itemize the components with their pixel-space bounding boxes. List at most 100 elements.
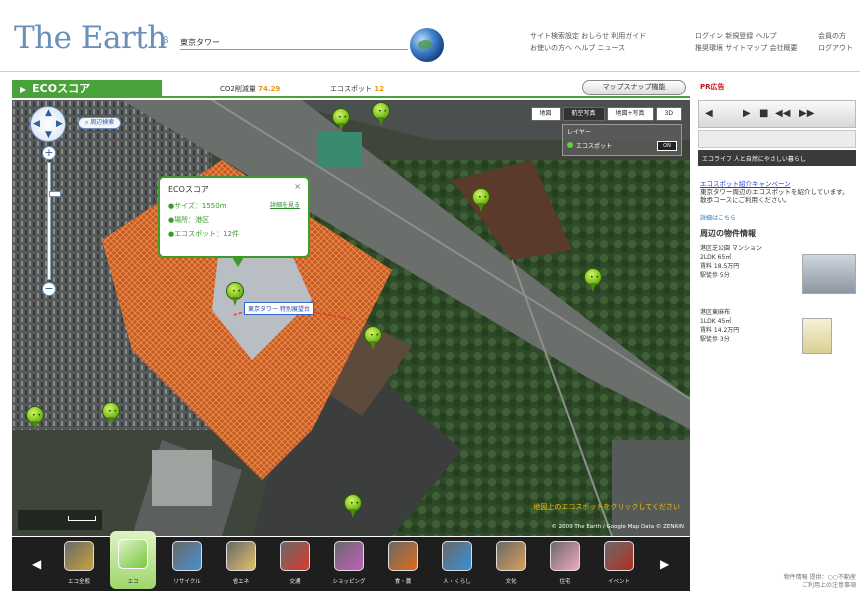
layer-item-label: エコスポット <box>576 143 613 150</box>
forward-icon[interactable]: ▶▶ <box>799 108 814 119</box>
footer-line[interactable]: ご利用上の注意事項 <box>758 582 856 590</box>
map-type-map[interactable]: 地図 <box>530 107 561 121</box>
property-line: 港区東麻布 <box>700 309 731 316</box>
zoom-in-icon[interactable]: + <box>42 146 56 160</box>
category-icon <box>334 541 364 571</box>
header-links-1[interactable]: サイト検索設定 おしらせ 利用ガイド お使いの方へ ヘルプ ニュース <box>530 30 646 54</box>
category-item[interactable]: ショッピング <box>326 541 372 589</box>
aerial-map[interactable]: 地図 航空写真 地図+写真 3D レイヤー エコスポット ON ▲ ▼ ◀ ▶ … <box>12 100 690 536</box>
marker-face: • • <box>370 332 379 339</box>
category-label: 交通 <box>289 579 301 585</box>
layer-toggle[interactable]: ON <box>657 141 677 151</box>
category-icon <box>550 541 580 571</box>
pan-left-icon[interactable]: ◀ <box>33 119 40 129</box>
eco-spot-marker-icon[interactable]: • • <box>344 494 362 518</box>
globe-icon[interactable] <box>410 28 444 62</box>
eco-spot-marker-icon[interactable]: • • <box>332 108 350 132</box>
category-label: イベント <box>607 579 630 585</box>
co2-stat-label: CO2削減量 <box>220 85 256 93</box>
category-item[interactable]: 人・くらし <box>434 541 480 589</box>
ad-banner-dark[interactable]: エコライフ 人と自然にやさしい暮らし <box>698 150 856 166</box>
category-item[interactable]: 省エネ <box>218 541 264 589</box>
pan-up-icon[interactable]: ▲ <box>45 108 52 118</box>
media-player: ◀ ▶ ■ ◀◀ ▶▶ <box>698 100 856 128</box>
category-icon <box>172 541 202 571</box>
popup-title: ECOスコア <box>168 185 209 194</box>
details-link[interactable]: 詳細はこちら <box>700 213 736 222</box>
place-label[interactable]: 東京タワー 特別展望台 <box>244 302 314 315</box>
nearby-search-label: 周辺検索 <box>90 119 115 126</box>
header-link[interactable]: ログイン 新規登録 ヘルプ <box>695 30 797 42</box>
eco-spot-marker-icon[interactable]: • • <box>472 188 490 212</box>
pan-control[interactable]: ▲ ▼ ◀ ▶ <box>30 106 66 142</box>
marker-face: • • <box>232 288 241 295</box>
eco-spot-marker-icon[interactable]: • • <box>102 402 120 426</box>
speaker-icon[interactable]: ◀ <box>705 108 713 119</box>
pan-right-icon[interactable]: ▶ <box>56 119 63 129</box>
sidebar-footer: 物件情報 提供：○○不動産 ご利用上の注意事項 <box>758 574 856 590</box>
category-item[interactable]: 文化 <box>488 541 534 589</box>
header-links-2[interactable]: ログイン 新規登録 ヘルプ 推奨環境 サイトマップ 会社概要 <box>695 30 797 54</box>
eco-spot-marker-icon[interactable]: • • <box>26 406 44 430</box>
map-type-3d[interactable]: 3D <box>655 107 682 121</box>
layer-panel: レイヤー エコスポット ON <box>562 124 682 156</box>
eco-score-tab-label: ECOスコア <box>32 82 91 95</box>
marker-tail <box>32 421 38 430</box>
category-item[interactable]: エコ <box>110 531 156 589</box>
right-sidebar: PR広告 ◀ ▶ ■ ◀◀ ▶▶ エコライフ 人と自然にやさしい暮らし エコスポ… <box>698 78 858 593</box>
zoom-out-icon[interactable]: − <box>42 282 56 296</box>
popup-detail-link[interactable]: 詳細を見る <box>270 200 300 209</box>
zoom-slider[interactable]: + − <box>42 146 61 296</box>
zoom-track[interactable] <box>47 162 61 280</box>
category-label: 人・くらし <box>443 579 471 585</box>
category-item[interactable]: イベント <box>596 541 642 589</box>
category-label: エコ <box>127 579 139 585</box>
marker-face: • • <box>350 500 359 507</box>
search-icon: ⌕ <box>85 119 89 126</box>
map-type-satellite[interactable]: 航空写真 <box>562 107 605 121</box>
nearby-search-button[interactable]: ⌕ 周辺検索 <box>78 117 122 129</box>
map-snap-button[interactable]: マップスナップ機能 <box>582 80 686 95</box>
header-link[interactable]: サイト検索設定 おしらせ 利用ガイド <box>530 30 646 42</box>
category-next-icon[interactable]: ▶ <box>660 557 669 571</box>
eco-spot-marker-icon[interactable]: • • <box>584 268 602 292</box>
map-type-hybrid[interactable]: 地図+写真 <box>606 107 654 121</box>
marker-tail <box>378 117 384 126</box>
header-link[interactable]: お使いの方へ ヘルプ ニュース <box>530 42 646 54</box>
property-photo[interactable] <box>802 254 856 294</box>
category-item[interactable]: 住宅 <box>542 541 588 589</box>
category-item[interactable]: 食・農 <box>380 541 426 589</box>
play-icon[interactable]: ▶ <box>743 108 751 119</box>
co2-stat: CO2削減量 74.29 <box>220 84 280 94</box>
site-logo[interactable]: The Earth <box>14 20 167 56</box>
popup-close-icon[interactable]: × <box>294 182 301 191</box>
category-item[interactable]: 交通 <box>272 541 318 589</box>
eco-spot-marker-icon[interactable]: • • <box>226 282 244 306</box>
header: The Earth β 東京タワー サイト検索設定 おしらせ 利用ガイド お使い… <box>0 0 860 72</box>
rewind-icon[interactable]: ◀◀ <box>775 108 790 119</box>
eco-spot-marker-icon[interactable]: • • <box>364 326 382 350</box>
header-link[interactable]: 会員の方 <box>818 30 853 42</box>
marker-tail <box>478 203 484 212</box>
eco-spot-marker-icon[interactable]: • • <box>372 102 390 126</box>
header-link[interactable]: ログアウト <box>818 42 853 54</box>
eco-score-tab[interactable]: ▶ ECOスコア <box>12 80 162 98</box>
layer-panel-title: レイヤー <box>567 129 591 136</box>
category-item[interactable]: エコ全般 <box>56 541 102 589</box>
zoom-thumb[interactable] <box>49 191 61 197</box>
marker-face: • • <box>590 274 599 281</box>
stop-icon[interactable]: ■ <box>759 108 768 119</box>
header-link[interactable]: 推奨環境 サイトマップ 会社概要 <box>695 42 797 54</box>
category-icon <box>496 541 526 571</box>
pan-down-icon[interactable]: ▼ <box>45 130 52 140</box>
header-links-3[interactable]: 会員の方 ログアウト <box>818 30 853 54</box>
co2-stat-value: 74.29 <box>258 85 281 93</box>
popup-row: ●エコスポット：12件 <box>168 230 240 238</box>
category-label: ショッピング <box>332 579 366 585</box>
campaign-link[interactable]: エコスポット紹介キャンペーン <box>700 178 791 188</box>
floorplan-image[interactable] <box>802 318 832 354</box>
category-prev-icon[interactable]: ◀ <box>32 557 41 571</box>
marker-face: • • <box>108 408 117 415</box>
category-item[interactable]: リサイクル <box>164 541 210 589</box>
ad-banner[interactable] <box>698 130 856 148</box>
